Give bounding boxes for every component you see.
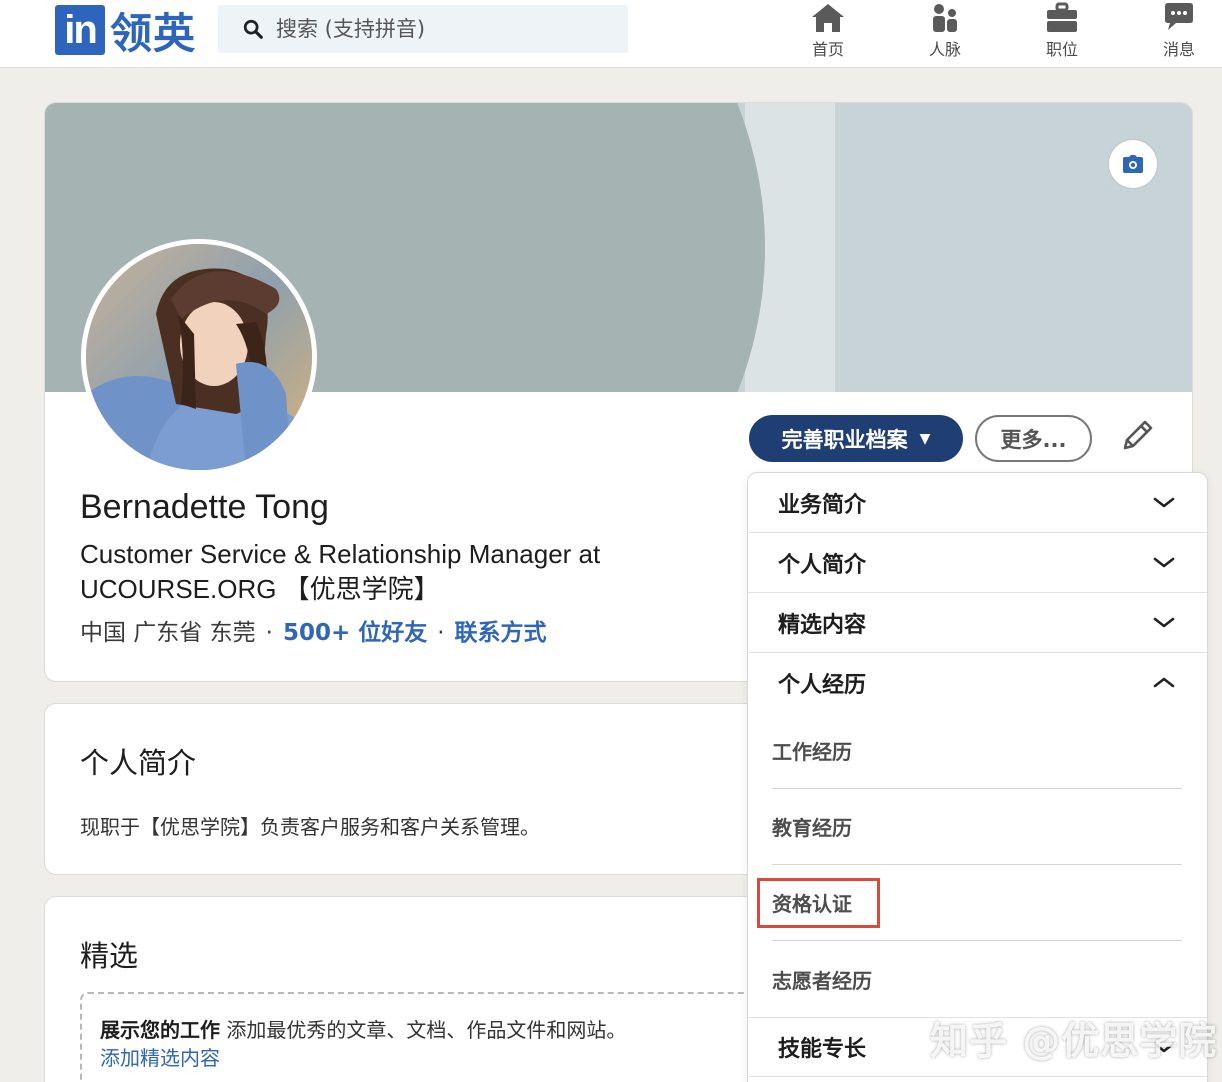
dropdown-section-experience[interactable]: 个人经历 [748, 653, 1207, 713]
item-label: 教育经历 [772, 816, 852, 840]
nav-messaging-label: 消息 [1162, 40, 1195, 59]
contact-info-link[interactable]: 联系方式 [455, 620, 547, 646]
about-text: 现职于【优思学院】负责客户服务和客户关系管理。 [80, 815, 540, 839]
complete-profile-label: 完善职业档案 [781, 427, 908, 452]
nav-network-label: 人脉 [928, 40, 961, 59]
section-label: 技能专长 [778, 1037, 867, 1062]
dropdown-section-business-intro[interactable]: 业务简介 [748, 473, 1207, 533]
caret-down-icon: ▼ [919, 430, 931, 447]
people-icon [933, 4, 957, 32]
profile-meta: 中国 广东省 东莞 · 500+ 位好友 · 联系方式 [80, 613, 547, 647]
about-title: 个人简介 [80, 746, 197, 780]
separator: · [437, 620, 445, 646]
camera-icon [1123, 155, 1143, 173]
section-label: 个人简介 [778, 552, 867, 578]
item-label: 志愿者经历 [772, 968, 872, 993]
featured-title: 精选 [80, 939, 139, 973]
pencil-icon [1123, 420, 1153, 450]
home-icon [812, 4, 844, 32]
chevron-down-icon [1153, 617, 1175, 628]
top-navigation-bar: in 领英 首页 人脉 职位 消息 [0, 0, 1222, 68]
highlight-box [757, 878, 880, 928]
section-label: 个人经历 [778, 673, 867, 698]
profile-location: 中国 广东省 东莞 [80, 620, 256, 646]
briefcase-icon [1047, 2, 1077, 32]
item-label: 工作经历 [772, 740, 852, 764]
connections-link[interactable]: 500+ 位好友 [283, 620, 427, 646]
add-featured-link[interactable]: 添加精选内容 [100, 1042, 220, 1071]
nav-jobs[interactable]: 职位 [1022, 2, 1102, 62]
profile-name: Bernadette Tong [80, 488, 329, 526]
search-bar[interactable] [218, 5, 628, 53]
profile-photo-image [86, 244, 312, 470]
dropdown-item-volunteer[interactable]: 志愿者经历 [772, 941, 1182, 1017]
dropdown-item-work-experience[interactable]: 工作经历 [772, 713, 1182, 789]
nav-jobs-label: 职位 [1045, 40, 1078, 59]
profile-photo[interactable] [81, 239, 317, 475]
chevron-down-icon [1153, 497, 1175, 508]
watermark: 知乎 @优思学院 [930, 1019, 1218, 1063]
profile-headline: Customer Service & Relationship Manager … [80, 539, 601, 604]
chevron-down-icon [1153, 557, 1175, 568]
complete-profile-button[interactable]: 完善职业档案 ▼ [749, 415, 963, 462]
more-button[interactable]: 更多... [975, 415, 1092, 462]
chevron-up-icon [1153, 677, 1175, 688]
dropdown-section-about[interactable]: 个人简介 [748, 533, 1207, 593]
nav-home[interactable]: 首页 [788, 2, 868, 62]
complete-profile-dropdown: 业务简介 个人简介 精选内容 个人经历 工作经历 教育经历 资格认证 志愿者经历… [747, 472, 1208, 1082]
nav-messaging[interactable]: 消息 [1139, 2, 1219, 62]
search-input[interactable] [276, 17, 596, 41]
search-icon [243, 19, 263, 39]
nav-home-label: 首页 [811, 40, 844, 59]
logo-text: 领英 [110, 8, 197, 58]
dropdown-section-featured[interactable]: 精选内容 [748, 593, 1207, 653]
more-button-label: 更多... [1000, 427, 1067, 452]
logo-mark: in [55, 5, 105, 55]
separator: · [265, 620, 273, 646]
linkedin-logo[interactable]: in 领英 [55, 5, 196, 58]
dropdown-item-education[interactable]: 教育经历 [772, 789, 1182, 865]
featured-description-text: 添加最优秀的文章、文档、作品文件和网站。 [226, 1018, 627, 1042]
section-label: 业务简介 [778, 492, 867, 518]
nav-network[interactable]: 人脉 [905, 2, 985, 62]
featured-heading: 展示您的工作 [100, 1018, 220, 1042]
edit-cover-button[interactable] [1109, 140, 1157, 188]
featured-description: 展示您的工作 添加最优秀的文章、文档、作品文件和网站。 [100, 1014, 626, 1043]
edit-profile-button[interactable] [1119, 418, 1159, 458]
section-label: 精选内容 [778, 612, 867, 638]
message-icon [1165, 3, 1193, 30]
